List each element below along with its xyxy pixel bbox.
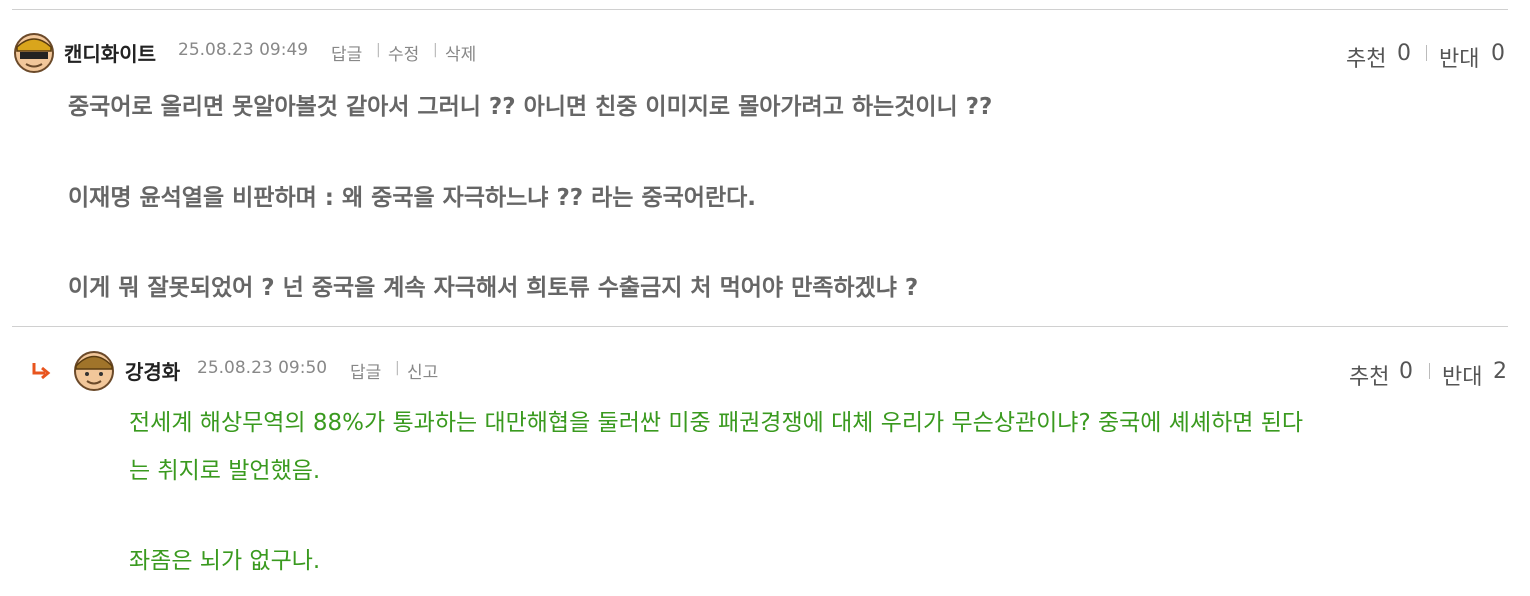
reply-button[interactable]: 답글: [350, 358, 381, 383]
comment-date: 25.08.23 09:49: [178, 40, 309, 60]
oppose-count: 2: [1493, 359, 1507, 384]
recommend-button[interactable]: 추천: [1349, 359, 1389, 391]
action-separator: |: [433, 42, 438, 58]
vote-separator: [1426, 45, 1427, 61]
reply-text-line: 전세계 해상무역의 88%가 통과하는 대만해협을 둘러싼 미중 패권경쟁에 대…: [129, 410, 1304, 436]
comment-author[interactable]: 캔디화이트: [64, 38, 156, 67]
reply-text-line: 는 취지로 발언했음.: [129, 458, 321, 484]
edit-button[interactable]: 수정: [388, 40, 419, 65]
comment-text-line: 이재명 윤석열을 비판하며 : 왜 중국을 자극하느냐 ?? 라는 중국어란다.: [68, 185, 757, 211]
reply-button[interactable]: 답글: [331, 40, 362, 65]
oppose-button[interactable]: 반대: [1442, 359, 1482, 391]
oppose-count: 0: [1491, 41, 1505, 66]
recommend-button[interactable]: 추천: [1346, 41, 1386, 73]
action-separator: |: [395, 360, 400, 376]
recommend-count: 0: [1399, 359, 1413, 384]
comment-divider: [12, 326, 1508, 327]
top-divider: [12, 9, 1508, 10]
vote-separator: [1429, 363, 1430, 379]
reply-arrow-icon: [32, 363, 51, 380]
action-separator: |: [376, 42, 381, 58]
report-button[interactable]: 신고: [407, 358, 438, 383]
comment-text-line: 이게 뭐 잘못되었어 ? 넌 중국을 계속 자극해서 희토류 수출금지 처 먹어…: [68, 275, 919, 301]
comment-text-line: 중국어로 올리면 못알아볼것 같아서 그러니 ?? 아니면 친중 이미지로 몰아…: [68, 94, 993, 120]
reply-text-line: 좌좀은 뇌가 없구나.: [129, 548, 321, 574]
oppose-button[interactable]: 반대: [1439, 41, 1479, 73]
reply-author[interactable]: 강경화: [125, 356, 180, 385]
avatar-icon[interactable]: [72, 347, 116, 391]
recommend-count: 0: [1397, 41, 1411, 66]
delete-button[interactable]: 삭제: [445, 40, 476, 65]
avatar-icon[interactable]: [12, 29, 56, 73]
reply-date: 25.08.23 09:50: [197, 358, 328, 378]
